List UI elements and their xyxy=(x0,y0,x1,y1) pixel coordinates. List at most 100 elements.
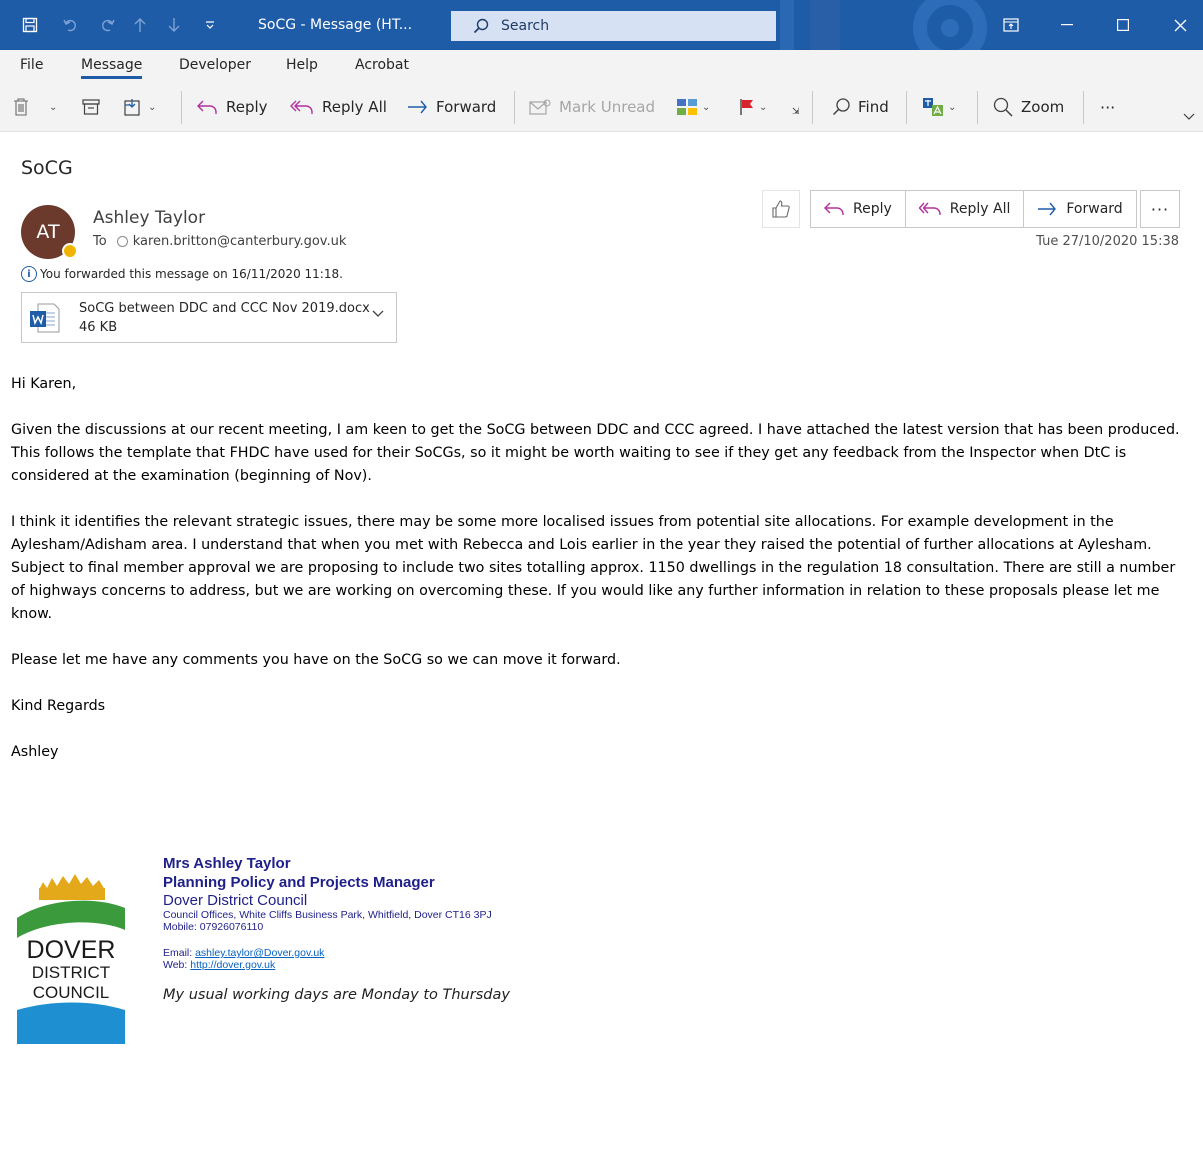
web-link[interactable]: http://dover.gov.uk xyxy=(190,959,275,971)
dover-district-council-logo: DOVER DISTRICT COUNCIL xyxy=(17,874,125,1044)
mark-unread-button[interactable]: Mark Unread xyxy=(529,82,655,132)
attachment-name: SoCG between DDC and CCC Nov 2019.docx xyxy=(79,300,370,316)
body-paragraph: Kind Regards xyxy=(11,698,106,714)
redo-icon[interactable] xyxy=(93,0,121,50)
tab-file[interactable]: File xyxy=(20,57,43,73)
mail-icon xyxy=(529,99,551,115)
more-actions-button[interactable]: ··· xyxy=(1140,190,1180,228)
recipient-address[interactable]: karen.britton@canterbury.gov.uk xyxy=(133,234,347,249)
flag-icon xyxy=(740,99,753,115)
signature-org: Dover District Council xyxy=(163,892,308,909)
reply-all-icon xyxy=(290,100,313,114)
separator xyxy=(812,91,813,124)
chevron-down-icon[interactable] xyxy=(372,310,384,318)
signature-name: Mrs Ashley Taylor xyxy=(163,855,291,872)
categorize-icon xyxy=(677,99,697,115)
forward-icon xyxy=(408,100,427,114)
web-label: Web: xyxy=(163,959,191,971)
dialog-launcher-icon[interactable]: ⇲ xyxy=(792,92,800,132)
search-box[interactable]: Search xyxy=(451,11,776,41)
body-paragraph: Please let me have any comments you have… xyxy=(11,652,621,668)
separator xyxy=(906,91,907,124)
to-label: To xyxy=(93,234,107,249)
separator xyxy=(181,91,182,124)
sender-name[interactable]: Ashley Taylor xyxy=(93,208,205,228)
reply-icon xyxy=(824,202,844,215)
logo-text: COUNCIL xyxy=(33,983,110,1002)
move-icon xyxy=(124,99,140,116)
chevron-down-icon: ⌄ xyxy=(702,101,711,113)
signature-mobile: Mobile: 07926076110 xyxy=(163,921,264,933)
reply-button[interactable]: Reply xyxy=(196,82,268,132)
next-item-icon[interactable] xyxy=(162,0,186,50)
search-icon xyxy=(832,98,850,116)
customize-toolbar-icon[interactable] xyxy=(198,0,222,50)
recipient-line: To karen.britton@canterbury.gov.uk xyxy=(93,234,346,249)
signature-email-line: Email: ashley.taylor@Dover.gov.uk xyxy=(163,947,510,959)
word-document-icon xyxy=(30,303,60,332)
reply-button[interactable]: Reply xyxy=(811,191,906,227)
body-paragraph: Given the discussions at our recent meet… xyxy=(11,422,1180,484)
find-label: Find xyxy=(858,98,889,116)
title-bar: SoCG - Message (HT... Search xyxy=(0,0,1203,50)
minimize-icon[interactable] xyxy=(1047,0,1087,50)
save-icon[interactable] xyxy=(16,0,44,50)
body-paragraph: Ashley xyxy=(11,744,59,760)
message-date: Tue 27/10/2020 15:38 xyxy=(1036,234,1179,249)
follow-up-button[interactable]: ⌄ xyxy=(739,82,767,132)
logo-text: DOVER xyxy=(27,936,116,964)
previous-item-icon[interactable] xyxy=(128,0,152,50)
zoom-label: Zoom xyxy=(1021,98,1065,116)
email-signature: Mrs Ashley Taylor Planning Policy and Pr… xyxy=(163,854,510,1003)
separator xyxy=(977,91,978,124)
email-label: Email: xyxy=(163,947,196,959)
tab-acrobat[interactable]: Acrobat xyxy=(355,57,409,73)
attachment-card[interactable]: SoCG between DDC and CCC Nov 2019.docx 4… xyxy=(21,292,397,343)
reply-all-button[interactable]: Reply All xyxy=(906,191,1025,227)
working-days-note: My usual working days are Monday to Thur… xyxy=(163,987,510,1003)
like-button[interactable] xyxy=(762,190,800,228)
message-actions: Reply Reply All Forward xyxy=(810,190,1137,228)
reply-all-button[interactable]: Reply All xyxy=(290,82,387,132)
reply-all-icon xyxy=(918,202,941,215)
title-bar-decoration xyxy=(780,0,987,50)
maximize-icon[interactable] xyxy=(1103,0,1143,50)
undo-icon[interactable] xyxy=(57,0,85,50)
chevron-down-icon: ⌄ xyxy=(759,101,768,113)
move-button[interactable]: ⌄ xyxy=(124,82,156,132)
chevron-down-icon: ⌄ xyxy=(49,101,58,113)
body-paragraph: I think it identifies the relevant strat… xyxy=(11,514,1176,622)
ribbon-tabs: File Message Developer Help Acrobat xyxy=(0,50,1203,82)
tab-message[interactable]: Message xyxy=(81,57,143,79)
delete-button[interactable]: ⌄ xyxy=(13,82,57,132)
attachment-info: SoCG between DDC and CCC Nov 2019.docx 4… xyxy=(79,299,370,337)
chevron-down-icon: ⌄ xyxy=(148,101,157,113)
more-commands-button[interactable]: ··· xyxy=(1100,82,1115,132)
thumbs-up-icon xyxy=(772,200,790,218)
tab-help[interactable]: Help xyxy=(286,57,318,73)
archive-icon xyxy=(82,99,100,115)
info-icon: i xyxy=(21,266,37,282)
signature-address: Council Offices, White Cliffs Business P… xyxy=(163,909,492,921)
presence-unknown-icon xyxy=(116,236,128,247)
ribbon-display-options-icon[interactable] xyxy=(997,0,1025,50)
translate-icon xyxy=(923,98,943,116)
zoom-button[interactable]: Zoom xyxy=(993,82,1064,132)
expand-ribbon-icon[interactable] xyxy=(1183,92,1195,142)
close-icon[interactable] xyxy=(1160,0,1200,50)
forward-button[interactable]: Forward xyxy=(1024,191,1135,227)
translate-button[interactable]: ⌄ xyxy=(922,82,956,132)
message-subject: SoCG xyxy=(21,157,73,179)
signature-web-line: Web: http://dover.gov.uk xyxy=(163,959,510,971)
presence-away-icon xyxy=(62,243,78,259)
tab-developer[interactable]: Developer xyxy=(179,57,251,73)
find-button[interactable]: Find xyxy=(832,82,889,132)
archive-button[interactable] xyxy=(82,82,100,132)
categorize-button[interactable]: ⌄ xyxy=(676,82,710,132)
search-placeholder: Search xyxy=(501,18,550,34)
reply-label: Reply xyxy=(226,98,268,116)
forward-info-text: You forwarded this message on 16/11/2020… xyxy=(40,267,343,281)
logo-text: DISTRICT xyxy=(32,963,110,982)
email-link[interactable]: ashley.taylor@Dover.gov.uk xyxy=(195,947,324,959)
forward-button[interactable]: Forward xyxy=(406,82,496,132)
